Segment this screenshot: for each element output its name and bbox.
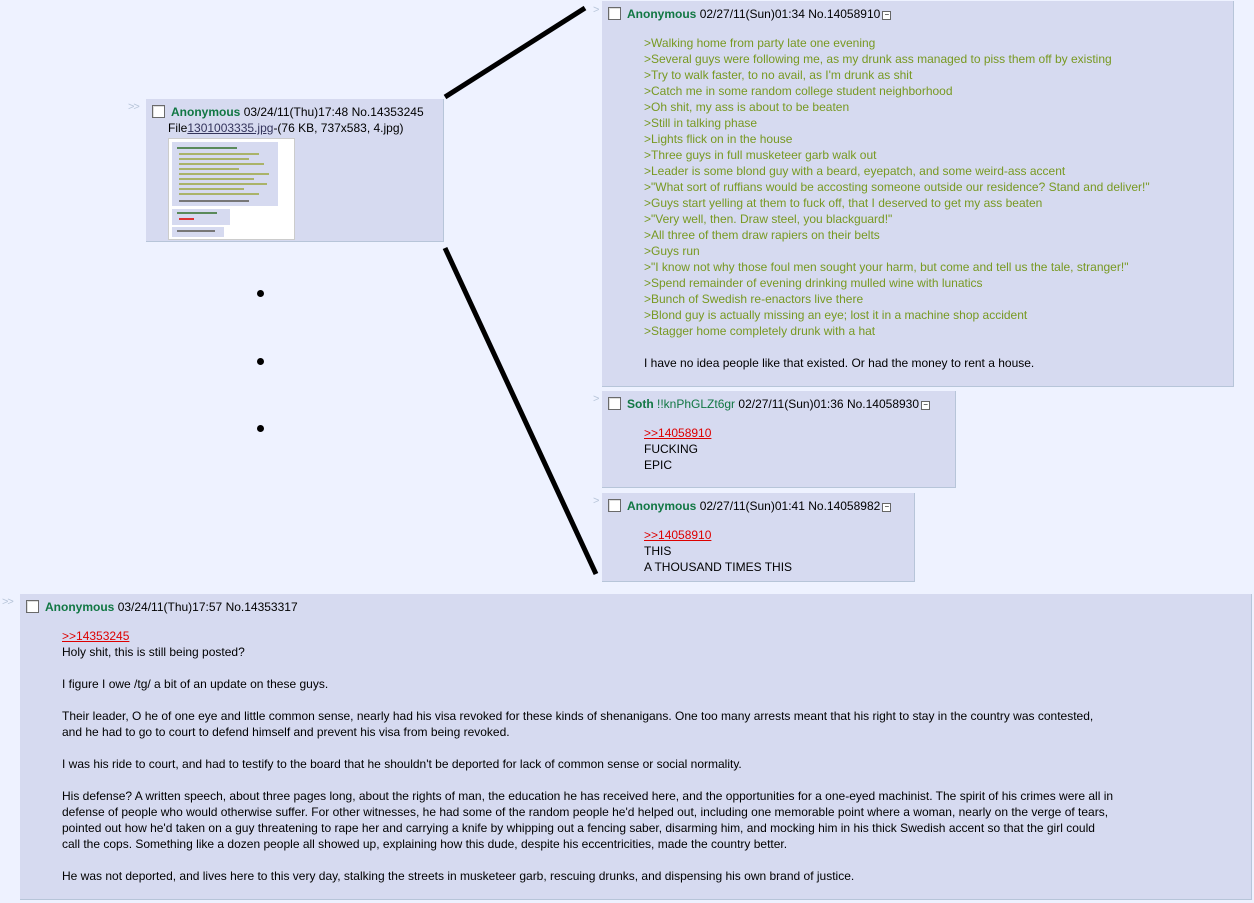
file-link[interactable]: 1301003335.jpg — [187, 121, 273, 135]
post-text-line: He was not deported, and lives here to t… — [62, 869, 855, 883]
post-text-line: EPIC — [644, 458, 673, 472]
post-header: Anonymous 02/27/11(Sun)01:34 No.14058910… — [608, 7, 892, 21]
reply-arrow: >> — [2, 596, 14, 608]
post-14058910: Anonymous 02/27/11(Sun)01:34 No.14058910… — [602, 1, 1234, 387]
post-text-line: Their leader, O he of one eye and little… — [62, 709, 1094, 723]
reply-arrow: >> — [128, 101, 140, 113]
greentext-line: >Guys run — [644, 244, 700, 258]
post-14058930: Soth !!knPhGLZt6gr 02/27/11(Sun)01:36 No… — [602, 391, 956, 488]
file-details: -(76 KB, 737x583, 4.jpg) — [273, 121, 404, 135]
greentext-line: >Leader is some blond guy with a beard, … — [644, 164, 1066, 178]
greentext-line: >Blond guy is actually missing an eye; l… — [644, 308, 1028, 322]
post-text-line: call the cops. Something like a dozen pe… — [62, 837, 788, 851]
post-number[interactable]: No.14058910 — [808, 7, 880, 21]
post-body: >>14353245 Holy shit, this is still bein… — [62, 628, 1113, 884]
post-number[interactable]: No.14353245 — [352, 105, 424, 119]
poster-name: Anonymous — [45, 600, 115, 614]
greentext-line: >Lights flick on in the house — [644, 132, 793, 146]
ellipsis-dot — [257, 290, 264, 297]
reply-arrow: > — [593, 4, 600, 16]
poster-name: Anonymous — [627, 7, 697, 21]
post-header: Anonymous 03/24/11(Thu)17:48 No.14353245 — [152, 105, 424, 119]
poster-name: Anonymous — [627, 499, 697, 513]
reply-link[interactable]: >>14058910 — [644, 527, 792, 543]
ellipsis-dot — [257, 358, 264, 365]
greentext-line: >Oh shit, my ass is about to be beaten — [644, 100, 850, 114]
poster-name: Soth — [627, 397, 654, 411]
thumbnail-image[interactable] — [168, 138, 295, 240]
post-checkbox[interactable] — [152, 105, 165, 118]
post-text-line: defense of people who would otherwise su… — [62, 805, 1109, 819]
post-text-line: Holy shit, this is still being posted? — [62, 645, 245, 659]
post-body: >Walking home from party late one evenin… — [644, 35, 1150, 371]
greentext-line: >Still in talking phase — [644, 116, 758, 130]
reply-link[interactable]: >>14058910 — [644, 425, 711, 441]
post-datetime: 03/24/11(Thu)17:57 — [117, 600, 223, 614]
file-info: File1301003335.jpg-(76 KB, 737x583, 4.jp… — [168, 121, 404, 135]
connector-line-lower — [442, 246, 599, 576]
post-text-line: THIS — [644, 544, 672, 558]
greentext-line: >Bunch of Swedish re-enactors live there — [644, 292, 864, 306]
post-checkbox[interactable] — [608, 397, 621, 410]
post-text-line: and he had to go to court to defend hims… — [62, 725, 510, 739]
post-datetime: 02/27/11(Sun)01:36 — [738, 397, 844, 411]
post-text-line: I was his ride to court, and had to test… — [62, 757, 742, 771]
ellipsis-dot — [257, 425, 264, 432]
post-number[interactable]: No.14058930 — [847, 397, 919, 411]
post-text-line: I figure I owe /tg/ a bit of an update o… — [62, 677, 329, 691]
post-datetime: 03/24/11(Thu)17:48 — [243, 105, 349, 119]
post-datetime: 02/27/11(Sun)01:34 — [699, 7, 805, 21]
post-14353317: Anonymous 03/24/11(Thu)17:57 No.14353317… — [20, 594, 1252, 900]
reply-arrow: > — [593, 393, 600, 405]
post-datetime: 02/27/11(Sun)01:41 — [699, 499, 805, 513]
post-checkbox[interactable] — [26, 600, 39, 613]
post-header: Anonymous 03/24/11(Thu)17:57 No.14353317 — [26, 600, 298, 614]
post-text-line: pointed out how he'd taken on a guy thre… — [62, 821, 1095, 835]
post-number[interactable]: No.14058982 — [808, 499, 880, 513]
poster-tripcode: !!knPhGLZt6gr — [657, 397, 736, 411]
greentext-line: >"I know not why those foul men sought y… — [644, 260, 1129, 274]
post-checkbox[interactable] — [608, 499, 621, 512]
greentext-line: >All three of them draw rapiers on their… — [644, 228, 880, 242]
reply-link[interactable]: >>14353245 — [62, 628, 1113, 644]
greentext-line: >"Very well, then. Draw steel, you black… — [644, 212, 893, 226]
post-14058982: Anonymous 02/27/11(Sun)01:41 No.14058982… — [602, 493, 915, 582]
poster-name: Anonymous — [171, 105, 241, 119]
greentext-line: >Three guys in full musketeer garb walk … — [644, 148, 877, 162]
post-text-line: FUCKING — [644, 442, 698, 456]
closing-line: I have no idea people like that existed.… — [644, 356, 1035, 370]
post-14353245: Anonymous 03/24/11(Thu)17:48 No.14353245… — [146, 99, 444, 242]
greentext-line: >Try to walk faster, to no avail, as I'm… — [644, 68, 913, 82]
collapse-icon[interactable]: − — [921, 401, 931, 410]
post-text-line: A THOUSAND TIMES THIS — [644, 560, 793, 574]
greentext-line: >Stagger home completely drunk with a ha… — [644, 324, 876, 338]
greentext-line: >Several guys were following me, as my d… — [644, 52, 1112, 66]
collapse-icon[interactable]: − — [882, 503, 892, 512]
post-header: Anonymous 02/27/11(Sun)01:41 No.14058982… — [608, 499, 892, 513]
file-label: File — [168, 121, 188, 135]
post-text-line: His defense? A written speech, about thr… — [62, 789, 1114, 803]
greentext-line: >Guys start yelling at them to fuck off,… — [644, 196, 1043, 210]
post-header: Soth !!knPhGLZt6gr 02/27/11(Sun)01:36 No… — [608, 397, 931, 411]
greentext-line: >"What sort of ruffians would be accosti… — [644, 180, 1150, 194]
post-number[interactable]: No.14353317 — [226, 600, 298, 614]
post-checkbox[interactable] — [608, 7, 621, 20]
post-body: >>14058910 THIS A THOUSAND TIMES THIS — [644, 527, 792, 575]
reply-arrow: > — [593, 495, 600, 507]
connector-line-upper — [443, 5, 587, 100]
collapse-icon[interactable]: − — [882, 11, 892, 20]
post-body: >>14058910 FUCKING EPIC — [644, 425, 711, 473]
greentext-line: >Catch me in some random college student… — [644, 84, 953, 98]
greentext-line: >Spend remainder of evening drinking mul… — [644, 276, 983, 290]
greentext-line: >Walking home from party late one evenin… — [644, 36, 876, 50]
